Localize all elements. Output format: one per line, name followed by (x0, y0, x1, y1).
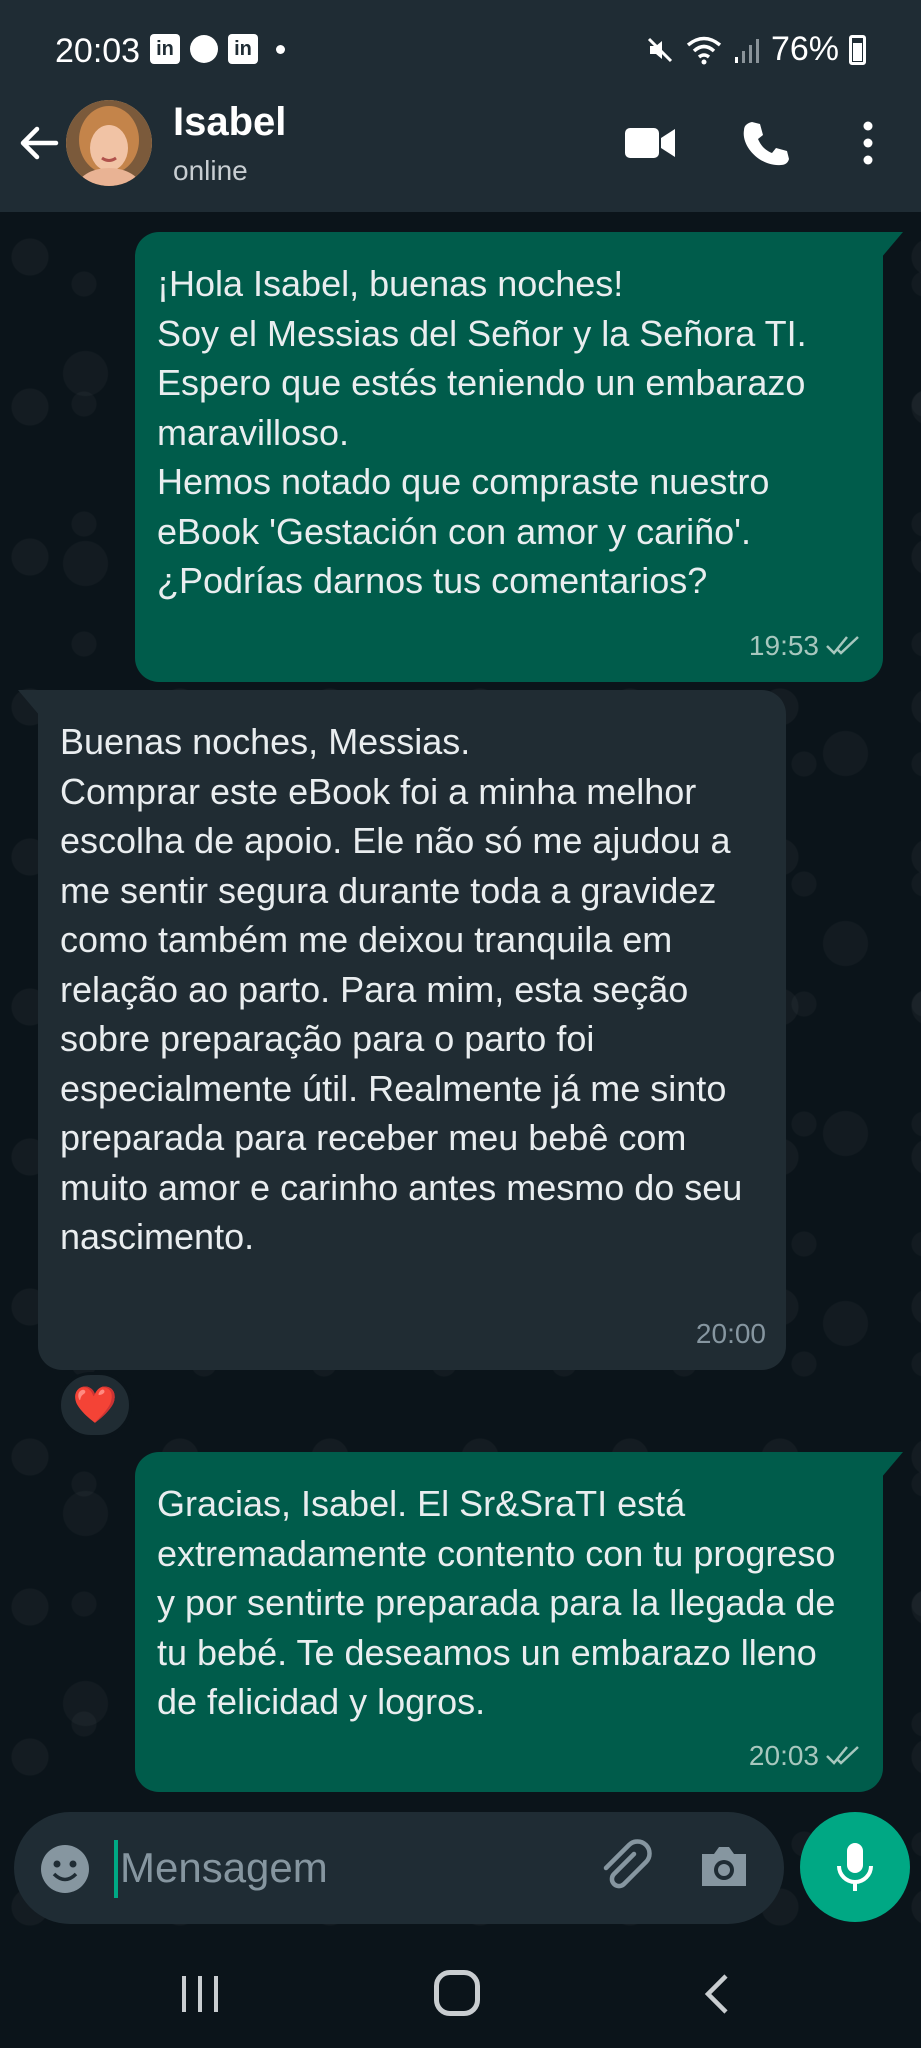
avatar[interactable] (66, 100, 152, 186)
status-time: 20:03 (55, 32, 141, 70)
message-time: 19:53 (748, 629, 819, 661)
signal-icon (734, 38, 759, 63)
wifi-icon (686, 36, 722, 64)
status-bar: 20:03 in in 76% (0, 0, 921, 100)
battery-icon (849, 34, 866, 65)
back-arrow-icon[interactable] (12, 116, 66, 170)
double-check-icon (826, 636, 859, 656)
double-check-icon (826, 1746, 859, 1766)
text-cursor (114, 1840, 118, 1898)
camera-icon[interactable] (696, 1840, 752, 1894)
reaction-badge[interactable]: ❤️ (58, 1372, 132, 1438)
message-text: Gracias, Isabel. El Sr&SraTI está extrem… (157, 1483, 836, 1722)
message-text: ¡Hola Isabel, buenas noches! Soy el Mess… (157, 263, 807, 601)
contact-name[interactable]: Isabel (173, 100, 286, 145)
system-nav-bar (0, 1936, 921, 2048)
bubble-tail (18, 690, 40, 716)
message-input[interactable] (120, 1830, 560, 1906)
more-vertical-icon[interactable] (848, 118, 888, 168)
dot-icon (276, 44, 285, 54)
emoji-icon[interactable] (38, 1842, 92, 1896)
message-meta: 19:53 (749, 621, 863, 671)
battery-percent: 76% (770, 30, 839, 68)
heart-icon: ❤️ (72, 1384, 118, 1425)
mic-button[interactable] (800, 1812, 910, 1922)
chat-area[interactable]: ¡Hola Isabel, buenas noches! Soy el Mess… (0, 212, 921, 1932)
home-icon[interactable] (434, 1970, 480, 2016)
message-meta: 20:00 (696, 1309, 766, 1359)
notification-icons: in in (150, 34, 285, 64)
app-icon (190, 35, 218, 63)
mute-icon (647, 37, 672, 62)
avatar-photo (66, 100, 152, 186)
message-text: Buenas noches, Messias. Comprar este eBo… (60, 721, 743, 1257)
system-status-icons: 76% (645, 30, 866, 69)
chat-header: Isabel online (0, 100, 921, 212)
contact-status: online (173, 155, 248, 186)
recent-apps-icon[interactable] (178, 1974, 222, 2014)
message-incoming[interactable]: Buenas noches, Messias. Comprar este eBo… (18, 690, 786, 1370)
nav-back-icon[interactable] (700, 1972, 734, 2016)
bubble-tail (881, 1452, 903, 1478)
paperclip-icon[interactable] (596, 1838, 654, 1896)
bubble-tail (881, 232, 903, 258)
message-outgoing[interactable]: ¡Hola Isabel, buenas noches! Soy el Mess… (135, 232, 903, 682)
linkedin-icon: in (150, 34, 180, 64)
phone-icon[interactable] (740, 118, 790, 168)
message-outgoing[interactable]: Gracias, Isabel. El Sr&SraTI está extrem… (135, 1452, 903, 1792)
message-time: 20:03 (748, 1739, 819, 1771)
message-time: 20:00 (695, 1317, 766, 1349)
message-composer (14, 1812, 784, 1924)
mic-icon (837, 1843, 873, 1891)
linkedin-icon: in (228, 34, 258, 64)
message-meta: 20:03 (749, 1731, 863, 1781)
video-call-icon[interactable] (622, 120, 678, 166)
